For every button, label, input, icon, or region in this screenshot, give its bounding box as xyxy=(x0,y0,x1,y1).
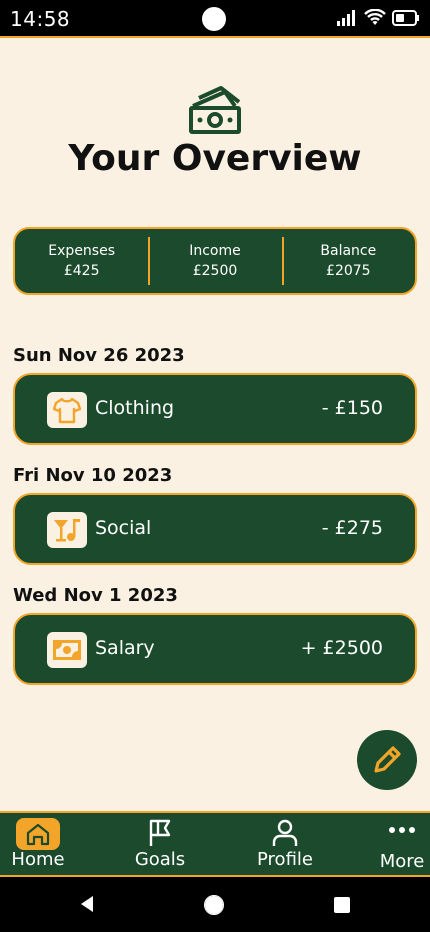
wifi-icon xyxy=(364,9,386,25)
expenses-value: £425 xyxy=(63,263,100,279)
expenses-summary: Expenses £425 xyxy=(15,229,148,293)
status-time: 14:58 xyxy=(10,7,71,31)
money-icon xyxy=(189,86,241,134)
transaction-amount: - £275 xyxy=(321,517,383,539)
nav-goals-label: Goals xyxy=(134,849,186,870)
nav-profile[interactable]: Profile xyxy=(242,813,328,875)
home-circle-icon[interactable] xyxy=(203,894,225,916)
person-icon xyxy=(272,819,298,846)
page-title: Your Overview xyxy=(68,138,362,179)
transaction-card-social[interactable]: Social - £275 xyxy=(13,493,417,565)
balance-value: £2075 xyxy=(326,263,371,279)
flag-icon xyxy=(149,819,171,846)
more-dots-icon xyxy=(389,827,415,833)
transaction-name: Salary xyxy=(95,637,155,659)
date-heading: Fri Nov 10 2023 xyxy=(13,465,173,486)
pencil-icon xyxy=(374,746,401,773)
nav-profile-label: Profile xyxy=(257,849,313,870)
income-value: £2500 xyxy=(192,263,238,279)
shirt-icon xyxy=(47,392,87,428)
balance-label: Balance xyxy=(320,243,377,259)
transaction-amount: - £150 xyxy=(321,397,383,419)
drinks-icon xyxy=(47,512,87,548)
recents-icon[interactable] xyxy=(333,896,351,914)
date-heading: Sun Nov 26 2023 xyxy=(13,345,185,366)
battery-icon xyxy=(392,10,419,26)
summary-card: Expenses £425 Income £2500 Balance £2075 xyxy=(13,227,417,295)
nav-goals[interactable]: Goals xyxy=(117,813,203,875)
nav-more[interactable]: More xyxy=(359,813,430,875)
home-icon xyxy=(16,818,60,850)
date-heading: Wed Nov 1 2023 xyxy=(13,585,178,606)
nav-home-label: Home xyxy=(11,849,65,870)
transaction-card-salary[interactable]: Salary + £2500 xyxy=(13,613,417,685)
transaction-card-clothing[interactable]: Clothing - £150 xyxy=(13,373,417,445)
transaction-amount: + £2500 xyxy=(300,637,383,659)
expenses-label: Expenses xyxy=(48,243,116,259)
transaction-name: Clothing xyxy=(95,397,175,419)
transaction-name: Social xyxy=(95,517,152,539)
bottom-nav: Home Goals Profile More xyxy=(0,811,430,877)
income-summary: Income £2500 xyxy=(148,229,281,293)
back-icon[interactable] xyxy=(78,894,96,914)
camera-cutout xyxy=(202,7,226,31)
income-label: Income xyxy=(189,243,241,259)
balance-summary: Balance £2075 xyxy=(281,229,415,293)
status-bar: 14:58 xyxy=(0,0,430,38)
status-icons xyxy=(336,9,420,27)
banknote-icon xyxy=(47,632,87,668)
nav-more-label: More xyxy=(379,851,425,872)
signal-icon xyxy=(337,10,355,26)
edit-button[interactable] xyxy=(357,730,417,790)
nav-home[interactable]: Home xyxy=(0,813,81,875)
system-nav-bar xyxy=(0,877,430,932)
